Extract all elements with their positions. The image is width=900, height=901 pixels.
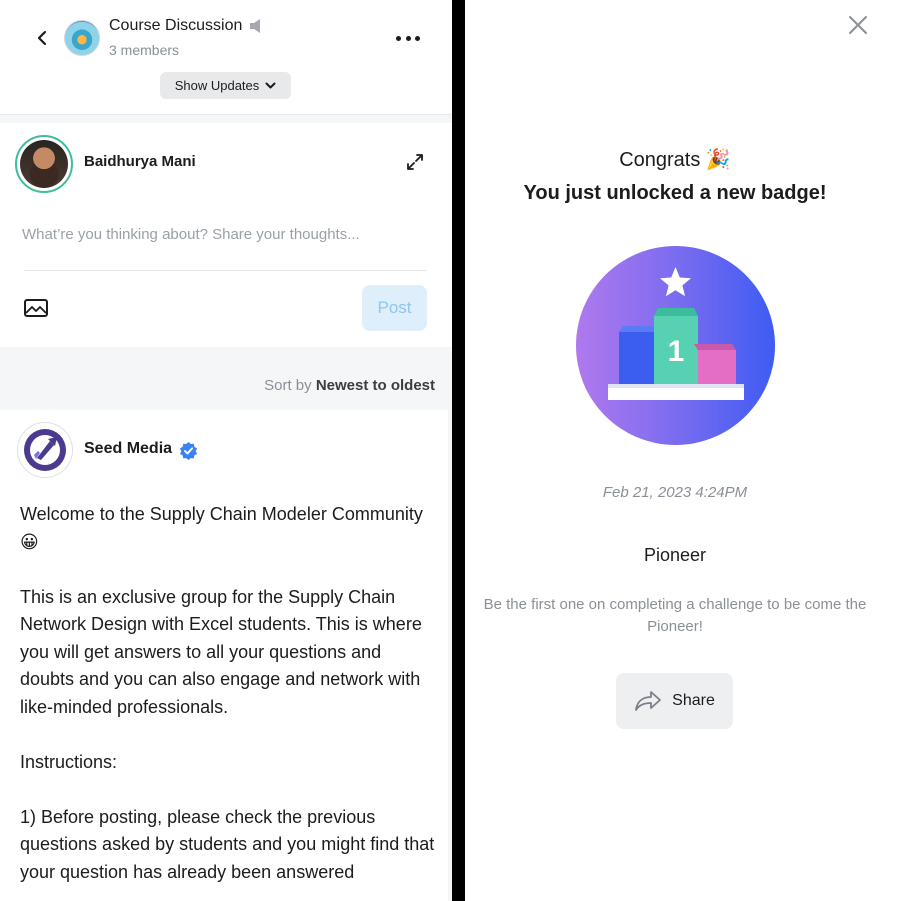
congrats-title: Congrats 🎉 <box>619 149 731 171</box>
avatar[interactable] <box>15 135 73 193</box>
badge-name: Pioneer <box>643 545 707 565</box>
discussion-header: Course Discussion 3 members Show Updates <box>0 0 452 115</box>
post-button[interactable]: Post <box>362 285 427 331</box>
sort-value[interactable]: Newest to oldest <box>316 377 435 394</box>
post-card: Seed Media Welcome to the Supply Chain M… <box>0 410 448 901</box>
podium-badge-icon: 1 <box>576 246 775 445</box>
badge-number: 1 <box>668 335 685 368</box>
close-icon[interactable] <box>846 13 870 37</box>
image-icon[interactable] <box>23 297 49 319</box>
group-title: Course Discussion <box>109 17 243 34</box>
post-author-name[interactable]: Seed Media <box>84 440 172 458</box>
post-text-input[interactable] <box>22 221 426 247</box>
verified-badge-icon <box>179 441 198 460</box>
member-count: 3 members <box>109 42 180 58</box>
sort-prefix: Sort by <box>264 377 312 394</box>
user-photo <box>20 140 68 188</box>
author-avatar[interactable] <box>17 422 73 478</box>
post-paragraph: Instructions: <box>20 751 118 772</box>
back-button[interactable] <box>30 26 54 50</box>
post-composer: Baidhurya Mani Post <box>0 123 452 347</box>
badge-headline: You just unlocked a new badge! <box>523 182 827 204</box>
expand-icon[interactable] <box>405 152 425 172</box>
badge-unlocked-modal: Congrats 🎉 You just unlocked a new badge… <box>465 0 900 901</box>
course-discussion-panel: Course Discussion 3 members Show Updates… <box>0 0 452 901</box>
share-label: Share <box>672 692 715 709</box>
post-body: Welcome to the Supply Chain Modeler Comm… <box>20 501 440 901</box>
rocket-gear-icon <box>24 429 66 471</box>
sort-control[interactable]: Sort by Newest to oldest <box>264 377 435 394</box>
share-button[interactable]: Share <box>616 673 733 729</box>
panel-divider <box>452 0 465 901</box>
more-options-button[interactable] <box>396 30 420 46</box>
chevron-left-icon <box>37 30 47 46</box>
post-paragraph: 1) Before posting, please check the prev… <box>20 806 435 882</box>
chevron-down-icon <box>265 82 276 88</box>
share-arrow-icon <box>635 691 662 711</box>
group-avatar[interactable] <box>64 20 100 56</box>
post-paragraph: This is an exclusive group for the Suppl… <box>20 586 422 717</box>
show-updates-button[interactable]: Show Updates <box>160 72 291 99</box>
composer-divider <box>24 270 426 271</box>
composer-user-name: Baidhurya Mani <box>84 153 196 170</box>
badge-description: Be the first one on completing a challen… <box>483 596 867 635</box>
show-updates-label: Show Updates <box>174 78 260 93</box>
speaker-icon[interactable] <box>249 18 263 34</box>
post-paragraph: Welcome to the Supply Chain Modeler Comm… <box>20 504 423 552</box>
badge-date: Feb 21, 2023 4:24PM <box>602 484 748 501</box>
more-horizontal-icon <box>396 35 401 41</box>
